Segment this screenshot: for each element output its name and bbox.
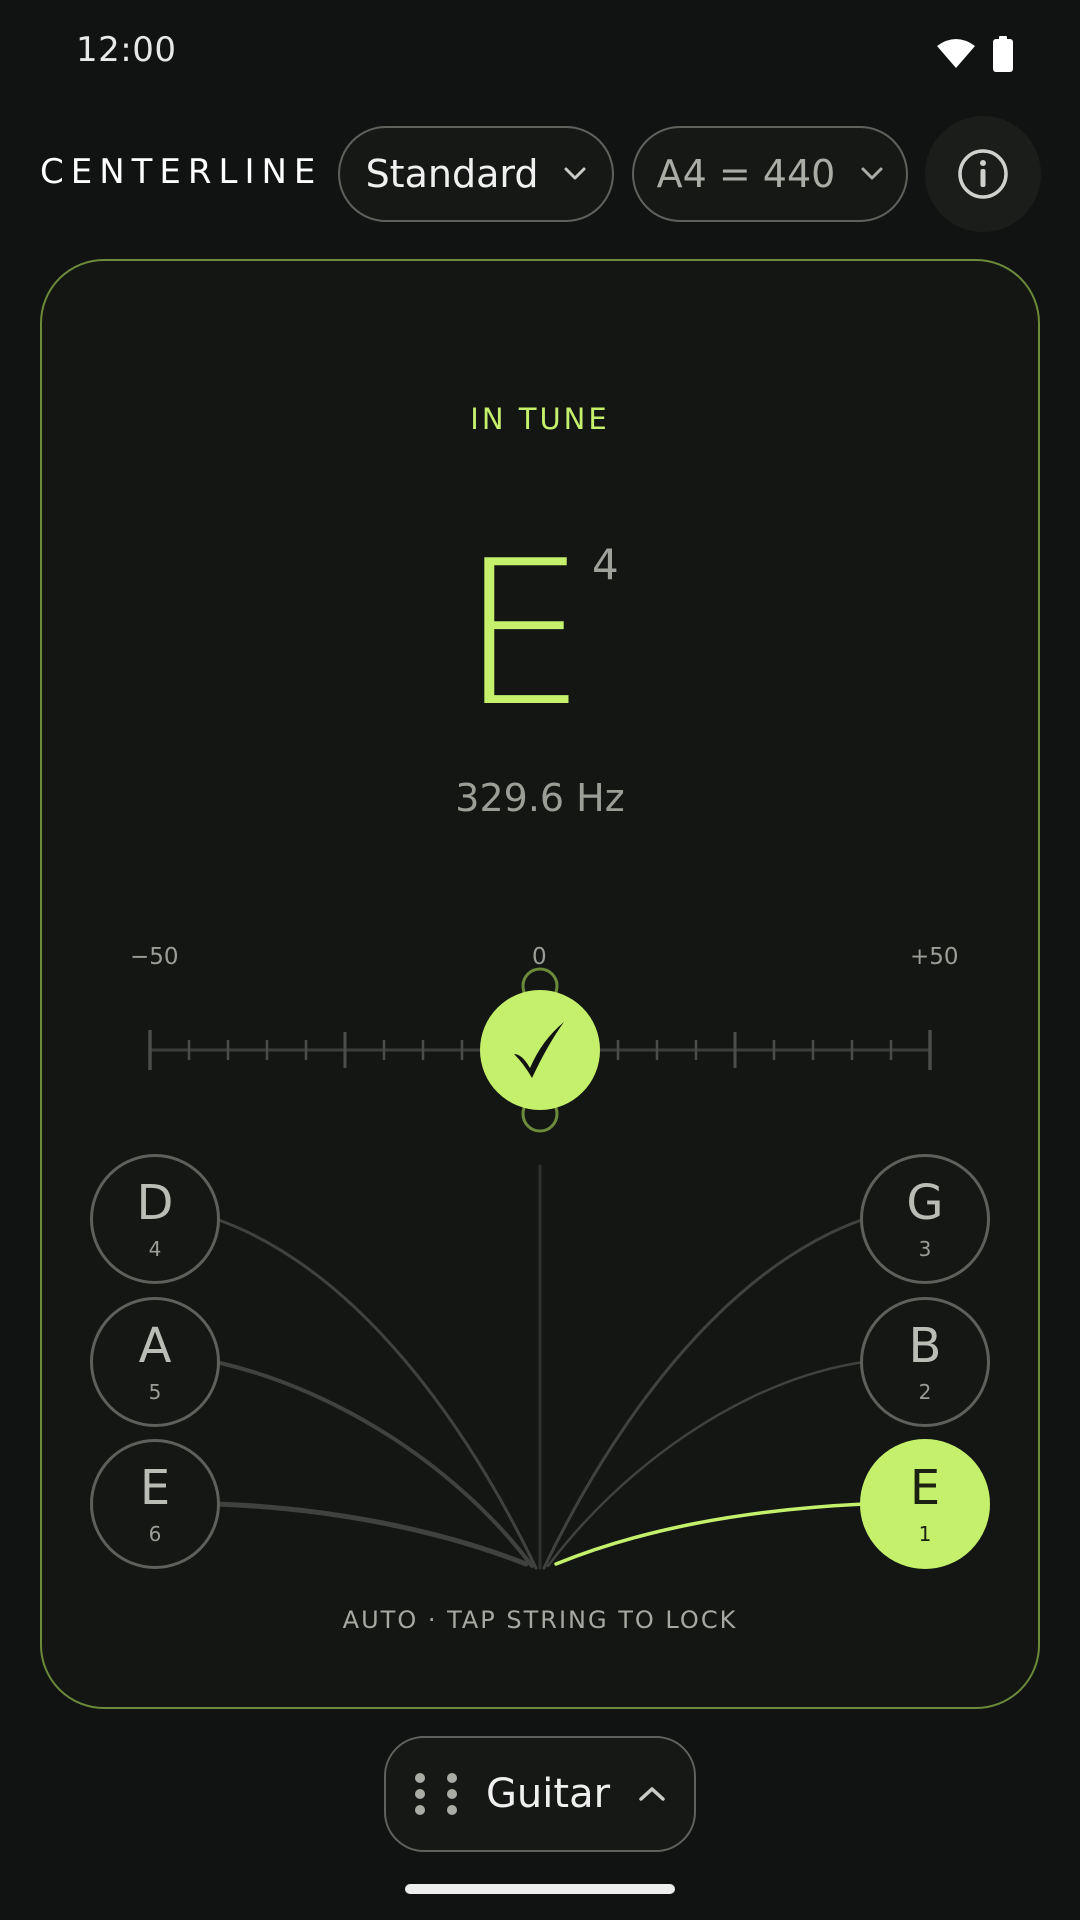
check-icon (508, 1016, 572, 1084)
instrument-selector[interactable]: Guitar (384, 1736, 696, 1852)
home-indicator[interactable] (405, 1884, 675, 1894)
string-note: E (909, 1460, 941, 1516)
helper-text: AUTO · TAP STRING TO LOCK (342, 1606, 738, 1634)
string-button-d4[interactable]: D 4 (90, 1154, 220, 1284)
string-button-e1[interactable]: E 1 (860, 1439, 990, 1569)
string-number: 3 (918, 1237, 932, 1261)
string-number: 5 (148, 1380, 162, 1404)
string-note: D (136, 1175, 174, 1231)
string-note: E (139, 1460, 171, 1516)
string-number: 2 (918, 1380, 932, 1404)
string-lines (213, 1164, 866, 1570)
string-button-g3[interactable]: G 3 (860, 1154, 990, 1284)
string-number: 1 (918, 1522, 932, 1546)
tuner-screen: 12:00 CENTERLINE Standard A4 = 440 IN TU… (0, 0, 1080, 1920)
chevron-up-icon (638, 1786, 666, 1802)
string-note: B (908, 1318, 942, 1374)
instrument-label: Guitar (485, 1771, 611, 1817)
string-button-e6[interactable]: E 6 (90, 1439, 220, 1569)
string-number: 6 (148, 1522, 162, 1546)
string-note: A (138, 1318, 172, 1374)
string-button-b2[interactable]: B 2 (860, 1297, 990, 1427)
string-note: G (906, 1175, 944, 1231)
drag-handle-icon[interactable] (414, 1772, 458, 1816)
string-button-a5[interactable]: A 5 (90, 1297, 220, 1427)
string-number: 4 (148, 1237, 162, 1261)
